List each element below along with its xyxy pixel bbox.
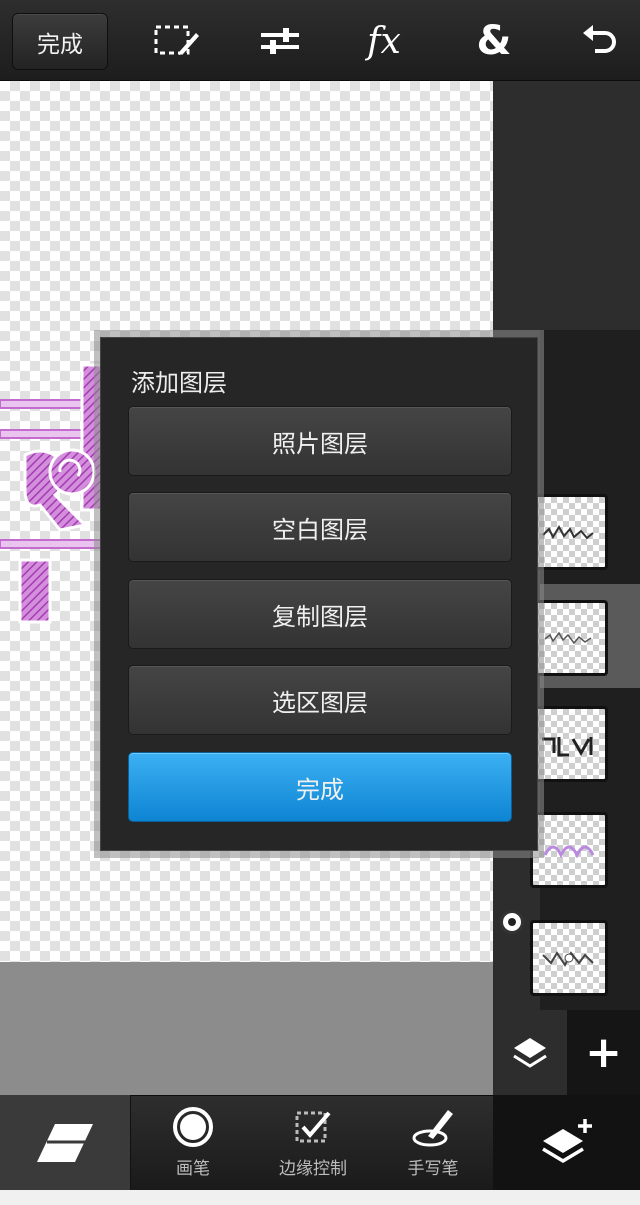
fx-icon[interactable]: fx: [360, 18, 408, 64]
layer-visibility-toggle[interactable]: [500, 910, 524, 934]
photo-layer-button[interactable]: 照片图层: [128, 406, 512, 476]
layers-stack-icon[interactable]: [493, 1010, 567, 1095]
layer-thumbnail[interactable]: [530, 920, 608, 996]
stylus-tool[interactable]: 手写笔: [398, 1100, 468, 1185]
add-layer-icon[interactable]: [493, 1095, 640, 1190]
selection-layer-button[interactable]: 选区图层: [128, 665, 512, 735]
stylus-icon: [410, 1100, 456, 1154]
edge-control-icon: [293, 1100, 333, 1154]
blank-layer-button[interactable]: 空白图层: [128, 492, 512, 562]
canvas-background: [0, 962, 493, 1095]
edge-control-label: 边缘控制: [279, 1159, 347, 1179]
blend-ampersand-icon[interactable]: &: [470, 18, 518, 64]
add-layer-dialog: 添加图层 照片图层 空白图层 复制图层 选区图层 完成: [100, 337, 538, 851]
brush-tool[interactable]: 画笔: [155, 1100, 231, 1185]
dialog-done-button[interactable]: 完成: [128, 752, 512, 822]
adjust-sliders-icon[interactable]: [256, 18, 304, 64]
selection-edit-icon[interactable]: [152, 18, 200, 64]
edge-control-tool[interactable]: 边缘控制: [270, 1100, 356, 1185]
brush-circle-icon: [171, 1100, 215, 1154]
stylus-label: 手写笔: [407, 1159, 459, 1179]
brush-label: 画笔: [176, 1159, 210, 1179]
undo-icon[interactable]: [575, 18, 623, 64]
add-layer-plus-button[interactable]: +: [567, 1010, 640, 1095]
top-toolbar: 完成 fx &: [0, 0, 640, 81]
duplicate-layer-button[interactable]: 复制图层: [128, 579, 512, 649]
eraser-icon[interactable]: [0, 1095, 131, 1190]
done-button[interactable]: 完成: [12, 13, 108, 70]
system-footer: [0, 1190, 640, 1205]
dialog-title: 添加图层: [131, 369, 227, 397]
